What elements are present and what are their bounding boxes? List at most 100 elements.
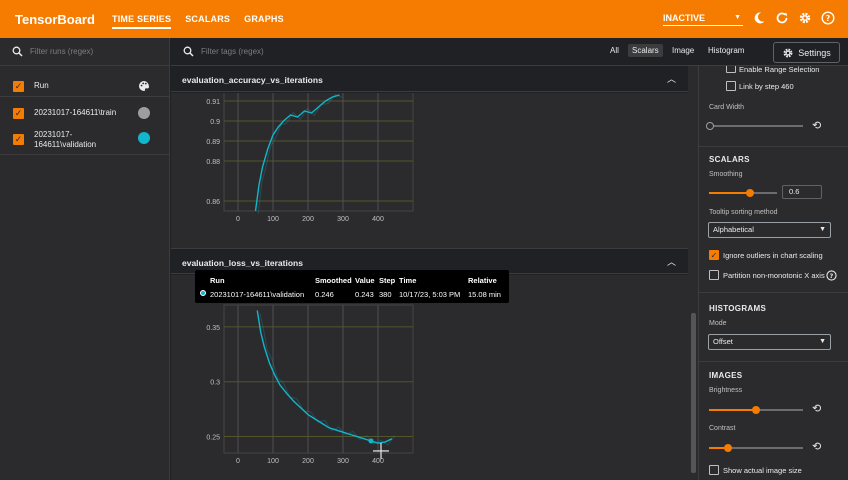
link-by-step-label: Link by step 460 xyxy=(739,82,794,91)
brightness-slider-fill xyxy=(709,409,756,411)
smoothing-input[interactable]: 0.6 xyxy=(782,185,822,199)
brightness-thumb[interactable] xyxy=(752,406,760,414)
type-tab-histogram[interactable]: Histogram xyxy=(708,46,744,55)
mode-value: Offset xyxy=(713,337,733,346)
gear-icon[interactable] xyxy=(797,11,812,26)
tooltip-run: 20231017-164611\validation xyxy=(210,290,305,299)
type-tab-image[interactable]: Image xyxy=(672,46,694,55)
series-line xyxy=(254,94,340,212)
card-title: evaluation_accuracy_vs_iterations xyxy=(182,75,323,85)
ignore-outliers-checkbox[interactable]: ✓ xyxy=(709,250,719,260)
chevron-up-icon[interactable]: ︿ xyxy=(667,255,676,268)
y-tick-label: 0.35 xyxy=(206,325,220,332)
enable-range-checkbox[interactable] xyxy=(726,66,736,73)
runs-header-row: ✓ Run xyxy=(0,78,169,94)
y-tick-label: 0.89 xyxy=(206,139,220,146)
accuracy-chart[interactable]: 0.86 0.88 0.89 0.9 0.91 0 100 200 300 400 xyxy=(171,90,688,248)
tab-time-series[interactable]: TIME SERIES xyxy=(112,9,172,29)
card-header-accuracy: evaluation_accuracy_vs_iterations ︿ xyxy=(171,66,688,92)
status-label: INACTIVE xyxy=(663,12,706,23)
palette-icon[interactable] xyxy=(138,80,150,92)
reset-icon[interactable]: ⟲ xyxy=(812,440,821,453)
reset-icon[interactable]: ⟲ xyxy=(812,119,821,132)
tooltip-relative: 15.08 min xyxy=(468,290,501,299)
tooltip-smoothed: 0.246 xyxy=(315,290,334,299)
y-tick-label: 0.86 xyxy=(206,199,220,206)
run-color-swatch[interactable] xyxy=(138,132,150,144)
x-tick-label: 100 xyxy=(267,458,279,465)
x-tick-label: 300 xyxy=(337,216,349,223)
tooltip-header-run: Run xyxy=(210,276,225,285)
caret-down-icon: ▼ xyxy=(819,338,826,345)
card-title: evaluation_loss_vs_iterations xyxy=(182,258,303,268)
svg-text:?: ? xyxy=(830,273,834,280)
status-dropdown[interactable]: INACTIVE ▼ xyxy=(663,10,743,26)
svg-text:?: ? xyxy=(825,14,830,23)
tooltip-step: 380 xyxy=(379,290,392,299)
gear-icon xyxy=(783,48,793,57)
card-loss: 0.25 0.3 0.35 0 100 200 300 400 xyxy=(171,275,688,480)
refresh-icon[interactable] xyxy=(774,11,789,26)
plot-area xyxy=(223,90,414,212)
chevron-up-icon[interactable]: ︿ xyxy=(667,72,676,85)
search-icon xyxy=(183,46,194,57)
help-icon[interactable]: ? xyxy=(820,11,835,26)
x-tick-label: 400 xyxy=(372,458,384,465)
x-tick-label: 0 xyxy=(236,458,240,465)
images-section-title: IMAGES xyxy=(709,371,743,380)
x-tick-label: 0 xyxy=(236,216,240,223)
tags-filter-input[interactable]: Filter tags (regex) xyxy=(201,47,264,56)
app-title: TensorBoard xyxy=(15,11,95,27)
actual-size-checkbox[interactable] xyxy=(709,465,719,475)
y-tick-label: 0.3 xyxy=(210,380,220,387)
settings-button[interactable]: Settings xyxy=(773,42,840,63)
enable-range-label: Enable Range Selection xyxy=(739,66,820,74)
run-checkbox[interactable]: ✓ xyxy=(13,133,24,145)
dark-mode-icon[interactable] xyxy=(751,11,766,26)
tab-scalars[interactable]: SCALARS xyxy=(185,14,230,24)
tooltip-value: 0.243 xyxy=(355,290,374,299)
y-tick-label: 0.88 xyxy=(206,159,220,166)
smoothing-thumb[interactable] xyxy=(745,189,754,197)
type-tab-scalars[interactable]: Scalars xyxy=(628,44,663,57)
run-row-validation[interactable]: ✓ 20231017- 164611\validation xyxy=(0,129,170,151)
type-tab-all[interactable]: All xyxy=(610,46,619,55)
partition-checkbox[interactable] xyxy=(709,270,719,280)
smoothing-label: Smoothing xyxy=(709,171,743,178)
y-tick-label: 0.91 xyxy=(206,99,220,106)
contrast-thumb[interactable] xyxy=(723,444,732,452)
run-color-swatch[interactable] xyxy=(138,107,150,119)
tooltip-header-relative: Relative xyxy=(468,276,497,285)
partition-label: Partition non-monotonic X axis xyxy=(723,271,825,280)
x-tick-label: 200 xyxy=(302,216,314,223)
tooltip-sort-select[interactable]: Alphabetical ▼ xyxy=(708,222,831,238)
link-by-step-checkbox[interactable] xyxy=(726,81,736,91)
card-width-thumb[interactable] xyxy=(706,122,714,130)
select-all-checkbox[interactable]: ✓ xyxy=(13,80,24,92)
search-icon xyxy=(12,46,23,57)
ignore-outliers-label: Ignore outliers in chart scaling xyxy=(723,251,823,260)
tooltip-header-step: Step xyxy=(379,276,396,285)
series-raw-line xyxy=(257,93,343,214)
settings-label: Settings xyxy=(798,47,831,58)
tab-graphs[interactable]: GRAPHS xyxy=(244,14,284,24)
runs-filter[interactable]: Filter runs (regex) xyxy=(0,38,169,66)
smoothing-slider-fill xyxy=(709,192,750,194)
settings-pane: Enable Range Selection Link by step 460 … xyxy=(698,66,848,480)
loss-chart[interactable]: 0.25 0.3 0.35 0 100 200 300 400 xyxy=(171,275,688,480)
run-label: 20231017-164611\train xyxy=(34,108,117,117)
run-row-train[interactable]: ✓ 20231017-164611\train xyxy=(0,106,170,120)
runs-filter-input[interactable]: Filter runs (regex) xyxy=(30,47,93,56)
help-icon[interactable]: ? xyxy=(826,270,837,281)
brightness-label: Brightness xyxy=(709,387,743,394)
mode-label: Mode xyxy=(709,320,727,327)
tooltip-run-swatch xyxy=(200,290,206,296)
card-width-slider[interactable] xyxy=(709,125,803,127)
run-checkbox[interactable]: ✓ xyxy=(13,107,24,119)
scrollbar-thumb[interactable] xyxy=(691,313,696,473)
reset-icon[interactable]: ⟲ xyxy=(812,402,821,415)
mode-select[interactable]: Offset ▼ xyxy=(708,334,831,350)
x-tick-label: 300 xyxy=(337,458,349,465)
contrast-label: Contrast xyxy=(709,425,736,432)
y-tick-label: 0.9 xyxy=(210,119,220,126)
